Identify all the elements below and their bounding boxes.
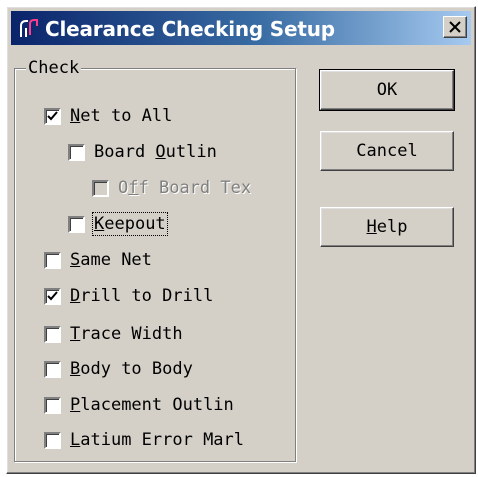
check-mark-icon: [47, 110, 58, 120]
checkbox-box[interactable]: [44, 251, 61, 269]
checkbox-label: Off Board Tex: [118, 178, 252, 198]
board-outline-checkbox[interactable]: Board Outlin: [68, 140, 217, 164]
keepout-checkbox[interactable]: Keepout: [68, 212, 168, 236]
drill-to-drill-checkbox[interactable]: Drill to Drill: [44, 284, 213, 308]
checkbox-label: Same Net: [70, 250, 152, 270]
placement-outline-checkbox[interactable]: Placement Outlin: [44, 393, 234, 417]
group-label: Check: [26, 58, 82, 78]
net-to-all-checkbox[interactable]: Net to All: [44, 104, 172, 128]
title-bar[interactable]: Clearance Checking Setup: [11, 11, 471, 45]
latium-error-marker-checkbox[interactable]: Latium Error Marl: [44, 428, 244, 452]
close-icon: [449, 21, 461, 33]
checkbox-label: Placement Outlin: [70, 395, 234, 415]
ok-button-label: OK: [376, 80, 398, 100]
ok-button[interactable]: OK: [319, 69, 455, 111]
checkbox-box[interactable]: [44, 360, 61, 378]
help-button-label: Help: [366, 217, 408, 237]
trace-width-checkbox[interactable]: Trace Width: [44, 322, 183, 346]
cancel-button[interactable]: Cancel: [320, 131, 454, 171]
app-logo-icon: [19, 18, 39, 38]
checkbox-box[interactable]: [44, 287, 61, 305]
close-button[interactable]: [443, 16, 467, 38]
help-button[interactable]: Help: [320, 207, 454, 247]
off-board-text-checkbox[interactable]: Off Board Tex: [92, 176, 251, 200]
window-title: Clearance Checking Setup: [45, 17, 335, 41]
checkbox-label: Keepout: [92, 212, 168, 236]
checkbox-label: Drill to Drill: [70, 286, 214, 306]
checkbox-label: Net to All: [70, 106, 173, 126]
checkbox-box[interactable]: [68, 143, 85, 161]
checkbox-label: Trace Width: [70, 324, 183, 344]
check-mark-icon: [47, 290, 58, 300]
body-to-body-checkbox[interactable]: Body to Body: [44, 357, 193, 381]
checkbox-box[interactable]: [44, 107, 61, 125]
checkbox-box[interactable]: [44, 431, 61, 449]
checkbox-label: Latium Error Marl: [70, 430, 245, 450]
checkbox-box[interactable]: [44, 325, 61, 343]
checkbox-label: Body to Body: [70, 359, 193, 379]
same-net-checkbox[interactable]: Same Net: [44, 248, 152, 272]
checkbox-box[interactable]: [44, 396, 61, 414]
checkbox-box[interactable]: [92, 179, 109, 197]
cancel-button-label: Cancel: [356, 141, 418, 161]
checkbox-box[interactable]: [68, 215, 85, 233]
checkbox-label: Board Outlin: [94, 142, 217, 162]
